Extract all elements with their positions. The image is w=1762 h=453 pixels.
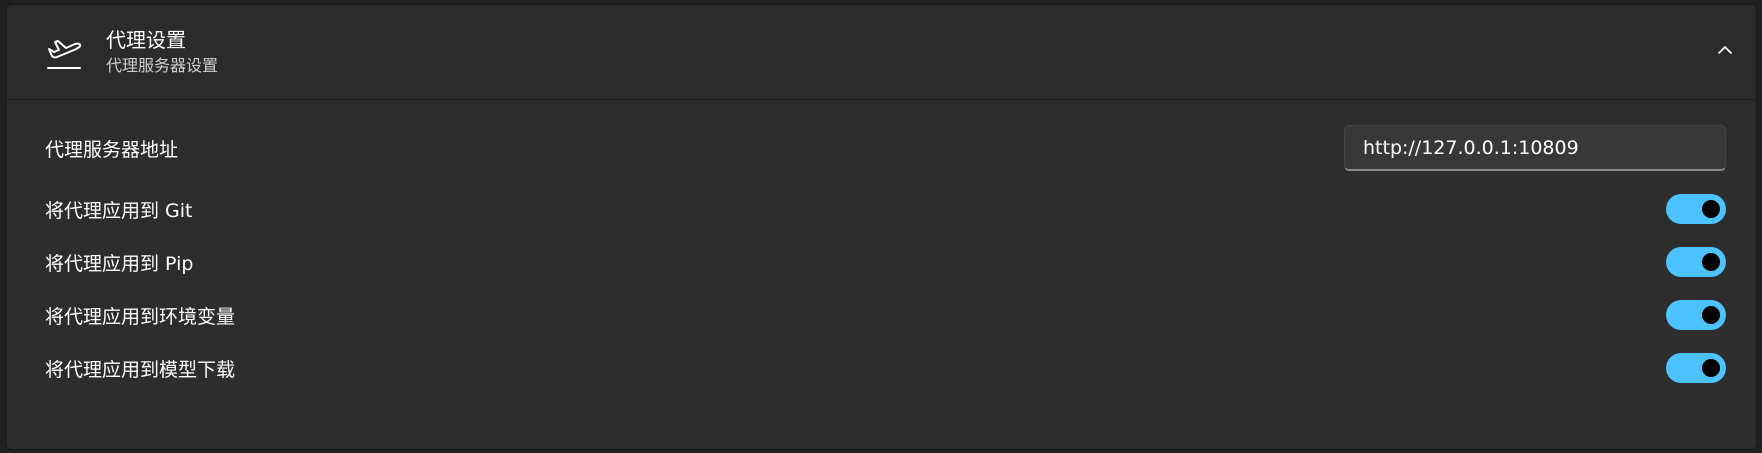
toggle-knob (1702, 306, 1720, 324)
toggle-row-env: 将代理应用到环境变量 (45, 291, 1726, 339)
toggle-knob (1702, 253, 1720, 271)
toggle-label-git: 将代理应用到 Git (45, 199, 193, 222)
toggle-row-pip: 将代理应用到 Pip (45, 238, 1726, 286)
toggle-row-model: 将代理应用到模型下载 (45, 344, 1726, 392)
chevron-up-icon[interactable] (1712, 37, 1738, 63)
git-proxy-toggle[interactable] (1666, 194, 1726, 224)
toggle-row-git: 将代理应用到 Git (45, 185, 1726, 233)
airplane-takeoff-icon (45, 35, 85, 71)
proxy-address-input[interactable] (1344, 125, 1726, 171)
toggle-knob (1702, 359, 1720, 377)
page-subtitle: 代理服务器设置 (106, 56, 219, 75)
env-proxy-toggle[interactable] (1666, 300, 1726, 330)
page-title: 代理设置 (106, 28, 186, 52)
pip-proxy-toggle[interactable] (1666, 247, 1726, 277)
proxy-address-row: 代理服务器地址 (45, 124, 1726, 172)
toggle-label-pip: 将代理应用到 Pip (45, 252, 194, 275)
expander-header[interactable]: 代理设置 代理服务器设置 (7, 5, 1756, 100)
model-download-proxy-toggle[interactable] (1666, 353, 1726, 383)
proxy-settings-expander: 代理设置 代理服务器设置 代理服务器地址 将代理应用到 Git 将代理应用到 P… (6, 4, 1757, 450)
proxy-address-label: 代理服务器地址 (45, 138, 179, 161)
expander-content: 代理服务器地址 将代理应用到 Git 将代理应用到 Pip 将代理应用到环境变量… (7, 100, 1756, 449)
toggle-knob (1702, 200, 1720, 218)
toggle-label-env: 将代理应用到环境变量 (45, 305, 236, 328)
toggle-label-model: 将代理应用到模型下载 (45, 358, 236, 381)
